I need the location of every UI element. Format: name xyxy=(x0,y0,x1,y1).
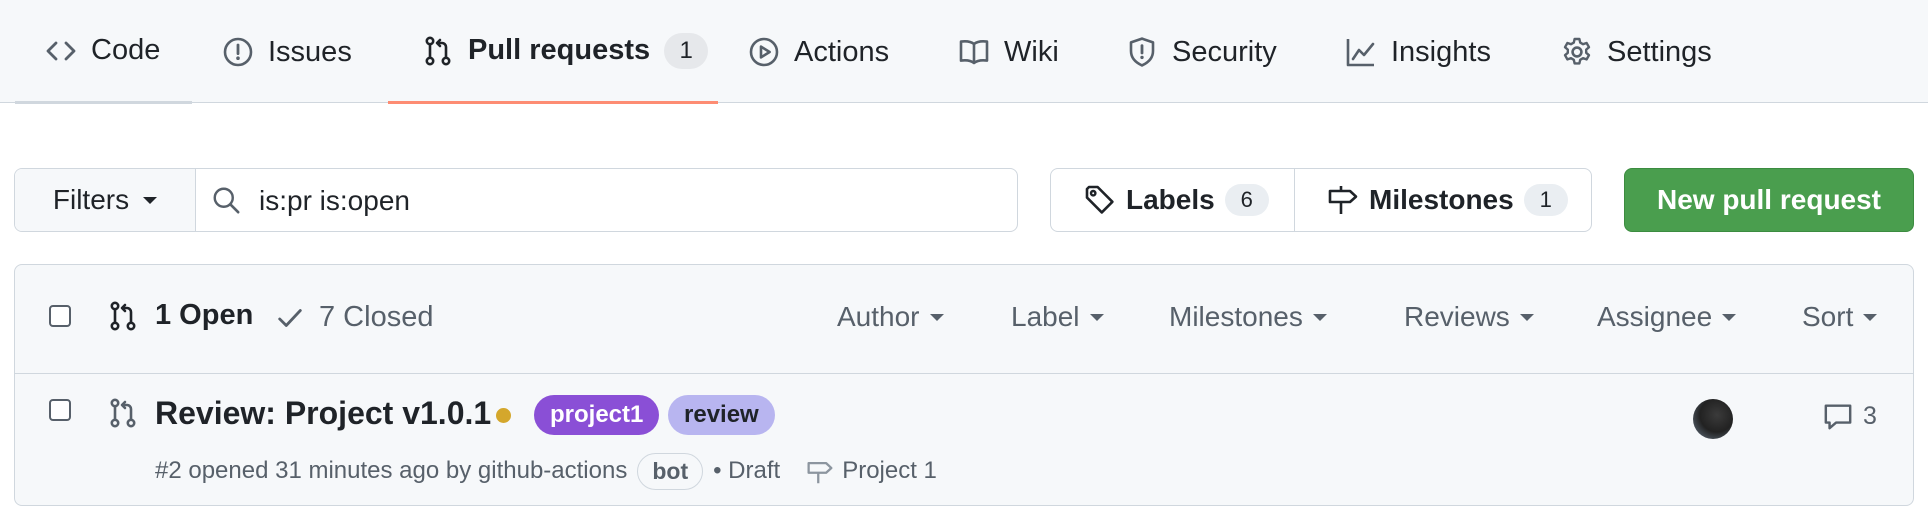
pull-request-icon xyxy=(107,300,139,332)
search-icon xyxy=(211,185,241,215)
milestones-dropdown[interactable]: Milestones xyxy=(1169,301,1327,333)
row-checkbox[interactable] xyxy=(49,399,71,421)
author-dropdown[interactable]: Author xyxy=(837,301,944,333)
reviews-dropdown[interactable]: Reviews xyxy=(1404,301,1534,333)
tab-label: Issues xyxy=(268,35,352,68)
tab-label: Pull requests xyxy=(468,34,651,66)
open-filter-link[interactable]: 1 Open xyxy=(107,299,253,332)
author-dropdown-label: Author xyxy=(837,301,920,332)
label-badge[interactable]: project1 xyxy=(534,395,660,435)
caret-down-icon xyxy=(1722,313,1737,321)
comment-count: 3 xyxy=(1863,401,1877,430)
caret-down-icon xyxy=(1519,313,1534,321)
tab-issues[interactable]: Issues xyxy=(222,0,352,104)
book-icon xyxy=(958,36,990,68)
assignee-dropdown[interactable]: Assignee xyxy=(1597,301,1737,333)
labels-button[interactable]: Labels 6 xyxy=(1051,169,1295,231)
pull-request-meta: #2 opened 31 minutes ago by github-actio… xyxy=(155,451,937,491)
milestone-icon xyxy=(1327,184,1359,216)
tab-label: Wiki xyxy=(1004,35,1059,68)
tab-label: Insights xyxy=(1391,35,1491,68)
tab-label: Security xyxy=(1172,35,1277,68)
closed-count-label: 7 Closed xyxy=(319,301,434,333)
open-count-label: 1 Open xyxy=(155,299,254,331)
tab-label: Code xyxy=(91,34,161,66)
select-all-checkbox[interactable] xyxy=(49,305,71,327)
tag-icon xyxy=(1084,184,1116,216)
filters-label: Filters xyxy=(52,184,130,215)
pull-requests-counter: 1 xyxy=(664,32,709,69)
check-icon xyxy=(275,303,305,333)
bot-badge: bot xyxy=(637,452,704,490)
labels-counter: 6 xyxy=(1224,184,1269,216)
meta-text: #2 opened 31 minutes ago by github-actio… xyxy=(155,457,628,484)
list-header: 1 Open 7 Closed Author Label Milestones … xyxy=(15,265,1913,374)
caret-down-icon xyxy=(929,313,944,321)
milestones-button-label: Milestones xyxy=(1369,184,1514,215)
caret-down-icon xyxy=(1312,313,1327,321)
milestone-link[interactable]: Project 1 xyxy=(842,457,937,485)
avatar[interactable] xyxy=(1693,399,1733,439)
tab-settings[interactable]: Settings xyxy=(1561,0,1712,104)
tab-security[interactable]: Security xyxy=(1126,0,1277,104)
tab-actions[interactable]: Actions xyxy=(748,0,889,104)
labels-milestones-group: Labels 6 Milestones 1 xyxy=(1050,168,1592,232)
issue-icon xyxy=(222,36,254,68)
status-pending-dot[interactable] xyxy=(496,408,511,423)
search-input[interactable] xyxy=(257,177,1001,225)
assignee-dropdown-label: Assignee xyxy=(1597,301,1713,332)
comments-link[interactable]: 3 xyxy=(1823,401,1877,431)
filters-dropdown-button[interactable]: Filters xyxy=(15,169,196,231)
tab-wiki[interactable]: Wiki xyxy=(958,0,1059,104)
caret-down-icon xyxy=(143,196,158,204)
label-badge[interactable]: review xyxy=(668,395,775,435)
tab-pull-requests[interactable]: Pull requests 1 xyxy=(388,0,718,104)
new-pull-request-button[interactable]: New pull request xyxy=(1624,168,1914,232)
graph-icon xyxy=(1345,36,1377,68)
pull-request-title-link[interactable]: Review: Project v1.0.1 xyxy=(155,395,491,432)
tab-label: Actions xyxy=(794,35,890,68)
sort-dropdown-label: Sort xyxy=(1802,301,1854,332)
caret-down-icon xyxy=(1863,313,1878,321)
pull-request-icon xyxy=(422,35,454,67)
label-dropdown[interactable]: Label xyxy=(1011,301,1104,333)
comment-icon xyxy=(1823,401,1853,431)
gear-icon xyxy=(1561,36,1593,68)
tab-label: Settings xyxy=(1607,35,1712,68)
milestone-icon xyxy=(806,457,834,485)
milestones-button[interactable]: Milestones 1 xyxy=(1295,169,1591,231)
sort-dropdown[interactable]: Sort xyxy=(1802,301,1878,333)
play-icon xyxy=(748,36,780,68)
pull-request-icon xyxy=(107,397,139,429)
milestones-counter: 1 xyxy=(1523,184,1568,216)
milestones-dropdown-label: Milestones xyxy=(1169,301,1303,332)
caret-down-icon xyxy=(1089,313,1104,321)
repo-nav: Code Issues Pull requests 1 Actions Wiki… xyxy=(0,0,1928,104)
filter-bar: Filters xyxy=(14,168,1018,232)
reviews-dropdown-label: Reviews xyxy=(1404,301,1510,332)
tab-insights[interactable]: Insights xyxy=(1345,0,1491,104)
label-dropdown-label: Label xyxy=(1011,301,1080,332)
closed-filter-link[interactable]: 7 Closed xyxy=(275,301,433,334)
labels-button-label: Labels xyxy=(1126,184,1215,215)
code-icon xyxy=(45,35,77,67)
pull-request-list: 1 Open 7 Closed Author Label Milestones … xyxy=(14,264,1914,506)
tab-code[interactable]: Code xyxy=(15,0,192,104)
draft-text: • Draft xyxy=(713,457,781,484)
shield-icon xyxy=(1126,36,1158,68)
